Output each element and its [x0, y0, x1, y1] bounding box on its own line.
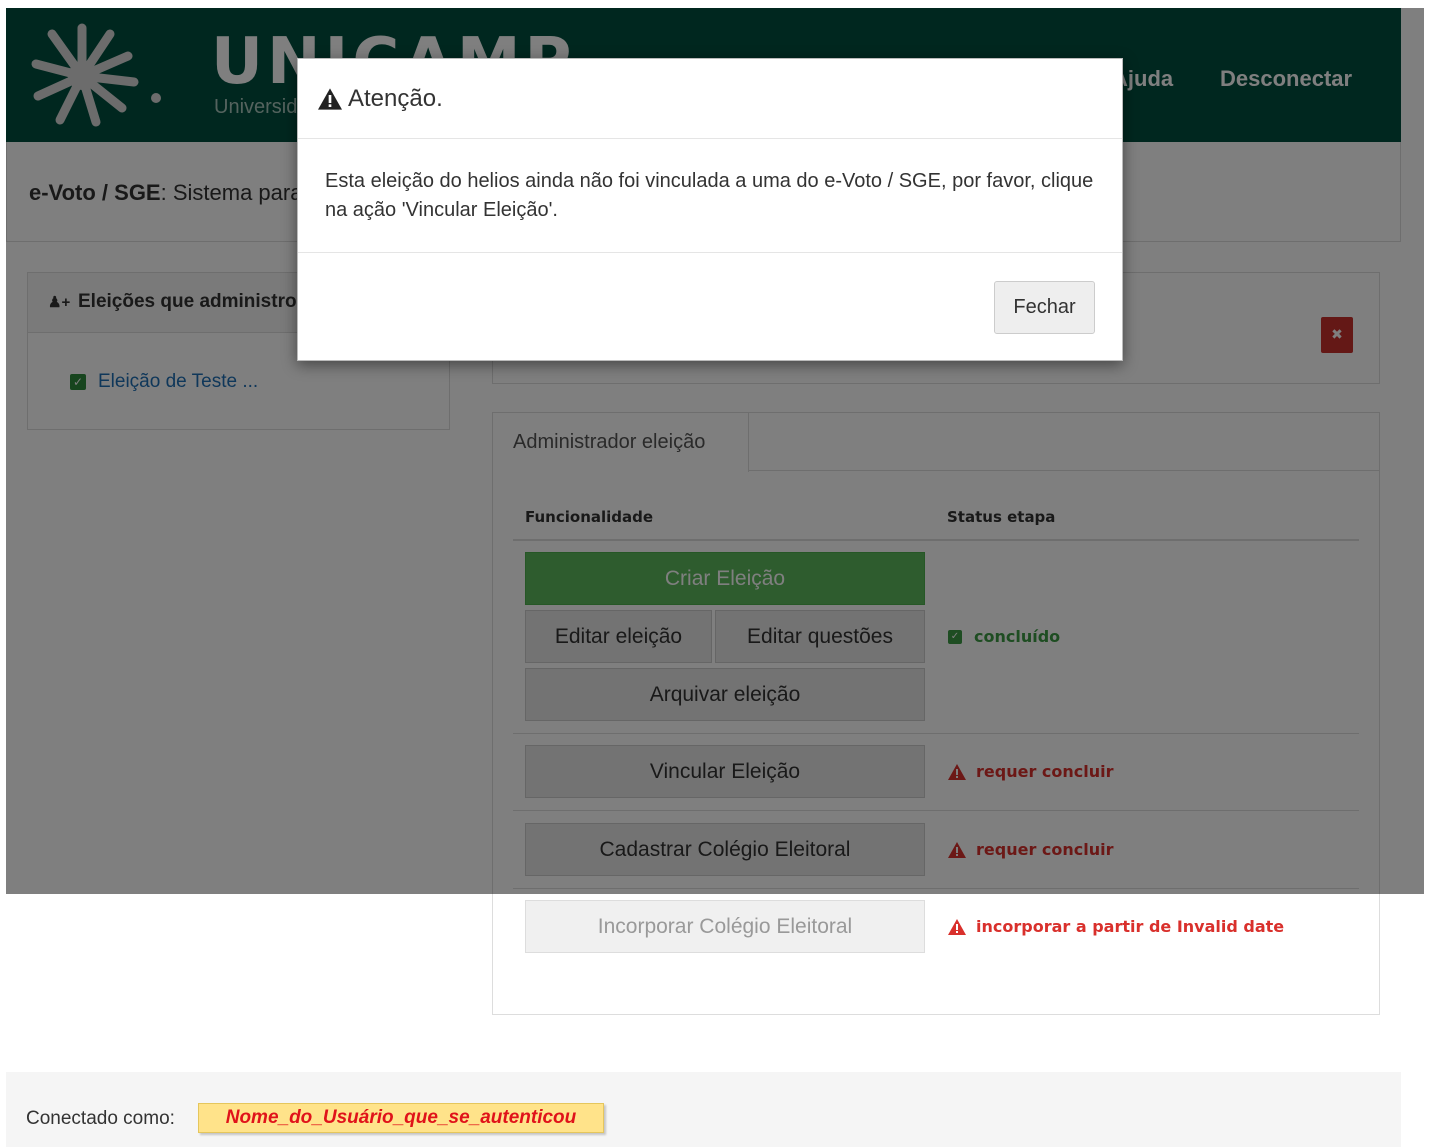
incorporate-college-button[interactable]: Incorporar Colégio Eleitoral: [525, 900, 925, 953]
modal-footer-divider: [298, 252, 1122, 253]
modal-backdrop[interactable]: Atenção. Esta eleição do helios ainda nã…: [6, 8, 1424, 894]
attention-modal: Atenção. Esta eleição do helios ainda nã…: [297, 58, 1123, 361]
close-modal-button[interactable]: Fechar: [994, 281, 1095, 334]
modal-message: Esta eleição do helios ainda não foi vin…: [325, 170, 1094, 221]
logged-user-name: Nome_do_Usuário_que_se_autenticou: [198, 1103, 604, 1133]
modal-header: Atenção.: [298, 59, 1122, 139]
status-incorporate: incorporar a partir de Invalid date: [948, 917, 1284, 936]
footer-label: Conectado como:: [26, 1108, 175, 1129]
footer: Conectado como: Nome_do_Usuário_que_se_a…: [6, 1072, 1401, 1147]
warning-icon: [318, 88, 342, 110]
modal-title: Atenção.: [318, 85, 443, 113]
warning-icon: [948, 918, 966, 935]
